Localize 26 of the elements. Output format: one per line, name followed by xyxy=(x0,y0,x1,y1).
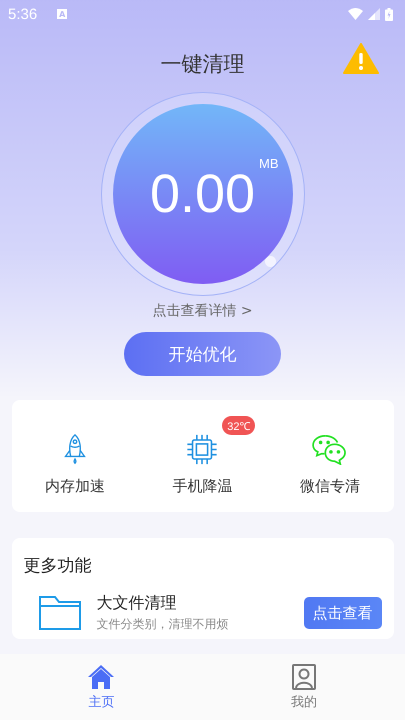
folder-icon xyxy=(38,596,80,630)
tool-item[interactable]: 微信专清 xyxy=(274,416,385,496)
page-title: 一键清理 xyxy=(160,51,244,78)
nav-tab[interactable]: 主页 xyxy=(0,654,202,720)
tool-item[interactable]: 内存加速 xyxy=(20,416,130,496)
notification-icon: A xyxy=(57,9,68,19)
chat-icon xyxy=(310,434,349,465)
home-icon xyxy=(87,664,116,690)
feature-subtitle: 文件分类别，清理不用烦 xyxy=(96,616,230,633)
gauge-value: 0.00 xyxy=(150,163,256,225)
status-time: 5:36 xyxy=(8,6,38,22)
view-button[interactable]: 点击查看 xyxy=(304,597,382,629)
feature-title: 大文件清理 xyxy=(96,593,178,614)
signal-icon xyxy=(368,8,380,20)
section-title: 更多功能 xyxy=(24,555,92,577)
wifi-icon xyxy=(348,8,363,20)
tool-item[interactable]: 32℃ 手机降温 xyxy=(147,416,258,496)
temperature-badge: 32℃ xyxy=(222,416,256,435)
gauge-unit: MB xyxy=(259,156,278,171)
nav-tab[interactable]: 我的 xyxy=(202,654,405,720)
warning-icon[interactable] xyxy=(343,43,379,74)
optimize-button[interactable]: 开始优化 xyxy=(124,332,281,376)
person-icon xyxy=(292,664,316,690)
battery-icon xyxy=(385,8,393,20)
indicator-dot xyxy=(264,256,276,267)
details-link[interactable]: 点击查看详情 > xyxy=(152,302,253,320)
